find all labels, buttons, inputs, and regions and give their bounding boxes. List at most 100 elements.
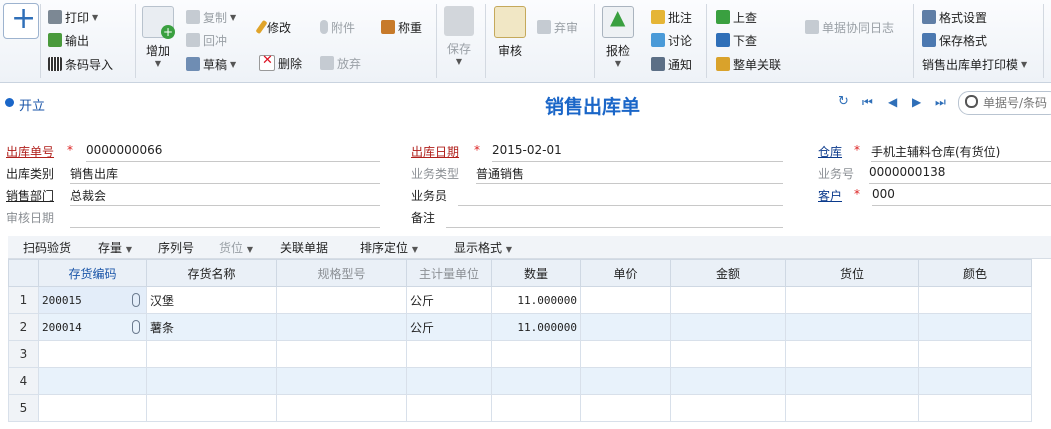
item-name-cell[interactable]: 薯条 <box>146 313 277 341</box>
serial-button[interactable]: 序列号 <box>158 239 194 256</box>
table-row[interactable]: 2 200014 薯条 公斤 11.000000 <box>8 313 1032 341</box>
weigh-button[interactable]: 称重 <box>381 17 422 37</box>
table-row[interactable]: 4 <box>8 367 1032 395</box>
sort-locate-button[interactable]: 排序定位 ▼ <box>360 239 418 256</box>
paperclip-icon[interactable] <box>132 320 140 334</box>
spec-cell[interactable] <box>276 394 407 422</box>
next-query-button[interactable]: 下查 <box>716 30 757 50</box>
customer-label[interactable]: 客户 <box>818 187 842 204</box>
price-cell[interactable] <box>580 340 671 368</box>
refresh-icon[interactable]: ↻ <box>838 94 849 109</box>
price-cell[interactable] <box>580 394 671 422</box>
last-record-icon[interactable]: ⏭ <box>935 95 946 110</box>
scan-button[interactable]: 扫码验货 <box>23 239 71 256</box>
item-name-cell[interactable] <box>146 367 277 395</box>
column-header[interactable]: 单价 <box>580 259 671 287</box>
column-header[interactable]: 货位 <box>785 259 919 287</box>
search-input[interactable] <box>981 94 1051 112</box>
output-button[interactable]: 输出 <box>48 30 89 50</box>
add-button[interactable]: + 增加 ▼ <box>142 6 175 68</box>
format-settings-button[interactable]: 格式设置 <box>922 7 987 27</box>
print-button[interactable]: 打印 ▼ <box>48 7 98 27</box>
display-format-button[interactable]: 显示格式 ▼ <box>454 239 512 256</box>
customer-field[interactable]: 000 <box>872 187 1051 206</box>
table-row[interactable]: 1 200015 汉堡 公斤 11.000000 <box>8 286 1032 314</box>
item-name-cell[interactable] <box>146 340 277 368</box>
save-format-button[interactable]: 保存格式 <box>922 30 987 50</box>
color-cell[interactable] <box>918 340 1032 368</box>
color-cell[interactable] <box>918 367 1032 395</box>
unaudit-button[interactable]: 弃审 <box>537 17 578 37</box>
location-cell[interactable] <box>785 340 919 368</box>
prev-record-icon[interactable]: ◀ <box>888 95 897 109</box>
location-cell[interactable] <box>785 367 919 395</box>
location-button[interactable]: 货位 ▼ <box>219 239 253 256</box>
amount-cell[interactable] <box>670 394 786 422</box>
paperclip-icon[interactable] <box>132 293 140 307</box>
column-header[interactable]: 主计量单位 <box>406 259 492 287</box>
amount-cell[interactable] <box>670 367 786 395</box>
qty-cell[interactable] <box>491 394 581 422</box>
biz-type-field[interactable]: 普通销售 <box>476 165 783 184</box>
location-cell[interactable] <box>785 313 919 341</box>
color-cell[interactable] <box>918 394 1032 422</box>
stock-button[interactable]: 存量 ▼ <box>98 239 132 256</box>
out-no-field[interactable]: 0000000066 <box>86 143 380 162</box>
collab-log-button[interactable]: 单据协同日志 <box>805 17 894 37</box>
item-name-cell[interactable]: 汉堡 <box>146 286 277 314</box>
item-code-cell[interactable]: 200015 <box>38 286 147 314</box>
dept-field[interactable]: 总裁会 <box>70 187 380 206</box>
audit-date-field[interactable] <box>70 209 380 228</box>
notify-button[interactable]: 通知 <box>651 54 692 74</box>
unit-cell[interactable]: 公斤 <box>406 313 492 341</box>
column-header[interactable]: 颜色 <box>918 259 1032 287</box>
new-button[interactable]: + <box>3 1 39 39</box>
qty-cell[interactable]: 11.000000 <box>491 286 581 314</box>
item-code-cell[interactable] <box>38 367 147 395</box>
column-header[interactable]: 数量 <box>491 259 581 287</box>
spec-cell[interactable] <box>276 340 407 368</box>
print-template-select[interactable]: 销售出库单打印模 ▼ <box>922 54 1027 74</box>
draft-button[interactable]: 草稿 ▼ <box>186 54 236 74</box>
modify-button[interactable]: 修改 <box>255 17 291 37</box>
item-code-cell[interactable] <box>38 394 147 422</box>
item-code-cell[interactable] <box>38 340 147 368</box>
out-date-field[interactable]: 2015-02-01 <box>492 143 783 162</box>
delete-button[interactable]: ✕ 删除 <box>259 53 302 73</box>
warehouse-label[interactable]: 仓库 <box>818 143 842 160</box>
color-cell[interactable] <box>918 286 1032 314</box>
copy-button[interactable]: 复制 ▼ <box>186 7 236 27</box>
unit-cell[interactable] <box>406 340 492 368</box>
prev-query-button[interactable]: 上查 <box>716 7 757 27</box>
price-cell[interactable] <box>580 286 671 314</box>
amount-cell[interactable] <box>670 286 786 314</box>
qty-cell[interactable] <box>491 367 581 395</box>
reverse-button[interactable]: 回冲 <box>186 30 227 50</box>
column-header[interactable]: 金额 <box>670 259 786 287</box>
spec-cell[interactable] <box>276 367 407 395</box>
full-link-button[interactable]: 整单关联 <box>716 54 781 74</box>
batch-note-button[interactable]: 批注 <box>651 7 692 27</box>
related-docs-button[interactable]: 关联单据 <box>280 239 328 256</box>
table-row[interactable]: 3 <box>8 340 1032 368</box>
column-header[interactable]: 存货编码 <box>38 259 147 287</box>
first-record-icon[interactable]: ⏮ <box>862 95 873 110</box>
amount-cell[interactable] <box>670 340 786 368</box>
warehouse-field[interactable]: 手机主辅料仓库(有货位) <box>871 143 1051 162</box>
attach-button[interactable]: 附件 <box>320 17 355 37</box>
color-cell[interactable] <box>918 313 1032 341</box>
abandon-button[interactable]: 放弃 <box>320 53 361 73</box>
barcode-import-button[interactable]: 条码导入 <box>48 54 113 74</box>
unit-cell[interactable] <box>406 367 492 395</box>
location-cell[interactable] <box>785 394 919 422</box>
price-cell[interactable] <box>580 313 671 341</box>
amount-cell[interactable] <box>670 313 786 341</box>
save-button[interactable]: 保存 ▼ <box>444 6 474 66</box>
report-check-button[interactable]: ▲ 报检 ▼ <box>602 5 634 68</box>
location-cell[interactable] <box>785 286 919 314</box>
column-header[interactable]: 规格型号 <box>276 259 407 287</box>
item-code-cell[interactable]: 200014 <box>38 313 147 341</box>
unit-cell[interactable] <box>406 394 492 422</box>
table-row[interactable]: 5 <box>8 394 1032 422</box>
discuss-button[interactable]: 讨论 <box>651 30 692 50</box>
